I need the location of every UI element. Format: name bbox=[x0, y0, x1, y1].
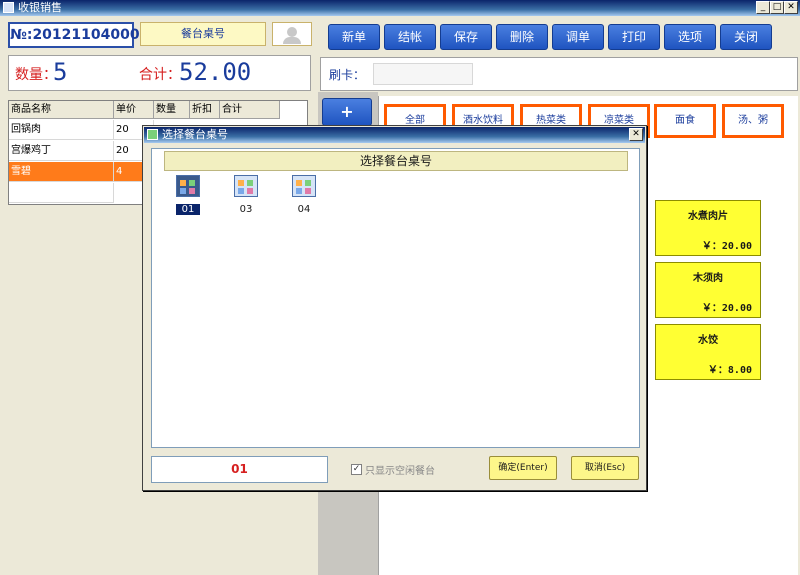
dish-name: 水饺 bbox=[698, 335, 718, 346]
dish-price: ￥：20.00 bbox=[701, 241, 752, 252]
dialog-close-button[interactable]: ✕ bbox=[629, 128, 643, 141]
recall-order-button[interactable]: 调单 bbox=[552, 24, 604, 50]
column-header-price[interactable]: 单价 bbox=[114, 101, 154, 119]
table-number-field[interactable]: 餐台桌号 bbox=[140, 22, 266, 46]
total-value: 52.00 bbox=[179, 58, 252, 86]
delete-button[interactable]: 删除 bbox=[496, 24, 548, 50]
dish-price: ￥：8.00 bbox=[707, 365, 752, 376]
maximize-button[interactable]: □ bbox=[770, 1, 784, 14]
table-icon-03[interactable] bbox=[234, 175, 258, 197]
window-title: 收银销售 bbox=[18, 1, 62, 14]
save-button[interactable]: 保存 bbox=[440, 24, 492, 50]
confirm-button[interactable]: 确定(Enter) bbox=[489, 456, 557, 480]
dish-name: 水煮肉片 bbox=[688, 211, 728, 222]
table-label-03[interactable]: 03 bbox=[234, 204, 258, 215]
summary-panel: 数量： 5 合计： 52.00 bbox=[8, 55, 311, 91]
dialog-titlebar: 选择餐台桌号 ✕ bbox=[144, 127, 645, 143]
card-input[interactable] bbox=[373, 63, 473, 85]
idle-only-label: 只显示空闲餐台 bbox=[365, 466, 435, 477]
new-order-button[interactable]: 新单 bbox=[328, 24, 380, 50]
table-list-header: 选择餐台桌号 bbox=[164, 151, 628, 171]
column-header-total[interactable]: 合计 bbox=[220, 101, 280, 119]
dish-name: 木须肉 bbox=[693, 273, 723, 284]
quantity-label: 数量： bbox=[15, 67, 57, 83]
selected-table-field[interactable]: 01 bbox=[151, 456, 328, 483]
table-icon-01[interactable] bbox=[176, 175, 200, 197]
print-button[interactable]: 打印 bbox=[608, 24, 660, 50]
minimize-button[interactable]: _ bbox=[756, 1, 770, 14]
table-list: 选择餐台桌号 01 03 04 bbox=[151, 148, 640, 448]
cancel-button[interactable]: 取消(Esc) bbox=[571, 456, 639, 480]
options-button[interactable]: 选项 bbox=[664, 24, 716, 50]
add-item-button[interactable]: + bbox=[322, 98, 372, 126]
idle-only-checkbox[interactable]: ✓ bbox=[351, 464, 362, 475]
category-soup[interactable]: 汤、粥 bbox=[722, 104, 784, 138]
table-row[interactable]: 回锅肉 bbox=[9, 120, 114, 140]
order-number: №:201211040003 bbox=[8, 22, 149, 48]
column-header-name[interactable]: 商品名称 bbox=[9, 101, 114, 119]
user-icon bbox=[287, 27, 297, 37]
total-label: 合计： bbox=[139, 67, 181, 83]
table-label-04[interactable]: 04 bbox=[292, 204, 316, 215]
dialog-icon bbox=[147, 129, 158, 140]
dish-card[interactable]: 水饺 ￥：8.00 bbox=[655, 324, 761, 380]
checkout-button[interactable]: 结帐 bbox=[384, 24, 436, 50]
user-icon-body bbox=[283, 37, 301, 44]
dish-card[interactable]: 水煮肉片 ￥：20.00 bbox=[655, 200, 761, 256]
table-row[interactable]: 宫爆鸡丁 bbox=[9, 141, 114, 161]
dish-price: ￥：20.00 bbox=[701, 303, 752, 314]
table-icon-04[interactable] bbox=[292, 175, 316, 197]
select-table-dialog: 选择餐台桌号 ✕ 选择餐台桌号 01 03 04 01 ✓ 只显示空闲餐台 确定… bbox=[142, 125, 647, 491]
quantity-value: 5 bbox=[53, 58, 68, 86]
category-noodles[interactable]: 面食 bbox=[654, 104, 716, 138]
table-row-empty[interactable] bbox=[9, 183, 114, 203]
column-header-discount[interactable]: 折扣 bbox=[190, 101, 220, 119]
close-app-button[interactable]: 关闭 bbox=[720, 24, 772, 50]
column-header-qty[interactable]: 数量 bbox=[154, 101, 190, 119]
window-titlebar: 收银销售 _ □ ✕ bbox=[0, 0, 800, 16]
close-button[interactable]: ✕ bbox=[784, 1, 798, 14]
member-avatar[interactable] bbox=[272, 22, 312, 46]
dish-card[interactable]: 木须肉 ￥：20.00 bbox=[655, 262, 761, 318]
card-label: 刷卡： bbox=[329, 68, 366, 82]
dialog-title: 选择餐台桌号 bbox=[162, 128, 228, 141]
table-label-01[interactable]: 01 bbox=[176, 204, 200, 215]
app-icon bbox=[3, 2, 14, 13]
table-row-selected[interactable]: 雪碧 bbox=[9, 162, 114, 182]
card-row: 刷卡： bbox=[320, 57, 798, 91]
